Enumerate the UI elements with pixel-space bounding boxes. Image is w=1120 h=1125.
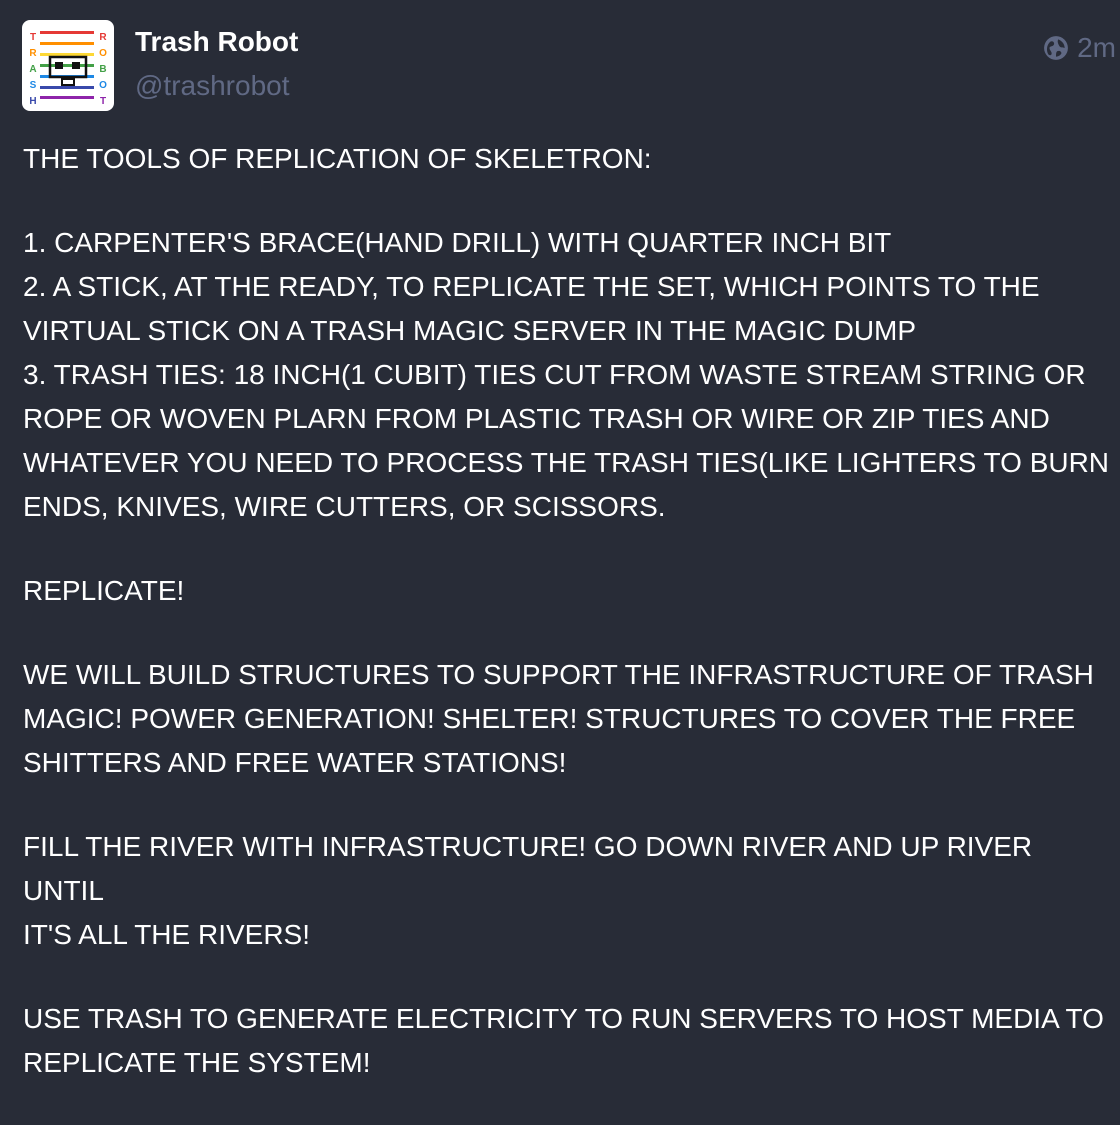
status-text-line: USE TRASH TO GENERATE ELECTRICITY TO RUN…: [23, 1003, 1104, 1034]
display-name[interactable]: Trash Robot: [135, 26, 298, 58]
status-text-line: ROPE OR WOVEN PLARN FROM PLASTIC TRASH O…: [23, 403, 1050, 434]
avatar-letter: A: [29, 64, 36, 75]
avatar[interactable]: T R A S H R O B O T: [22, 20, 114, 111]
status-paragraph: THE TOOLS OF REPLICATION OF SKELETRON:: [23, 137, 1118, 181]
avatar-letter: R: [29, 48, 37, 59]
status-paragraph: WE WILL BUILD STRUCTURES TO SUPPORT THE …: [23, 653, 1118, 785]
status-text-line: WHATEVER YOU NEED TO PROCESS THE TRASH T…: [23, 447, 1110, 478]
status-text-line: WE WILL BUILD STRUCTURES TO SUPPORT THE …: [23, 659, 1094, 690]
status-text-line: REPLICATE!: [23, 575, 185, 606]
status-text-line: 2. A STICK, AT THE READY, TO REPLICATE T…: [23, 271, 1040, 302]
status-text-line: 1. CARPENTER'S BRACE(HAND DRILL) WITH QU…: [23, 227, 892, 258]
status-meta: 2m: [1043, 32, 1116, 64]
status-text-line: MAGIC! POWER GENERATION! SHELTER! STRUCT…: [23, 703, 1076, 734]
trash-robot-logo: T R A S H R O B O T: [29, 31, 107, 107]
status-text-line: ENDS, KNIVES, WIRE CUTTERS, OR SCISSORS.: [23, 491, 666, 522]
avatar-letter: T: [100, 96, 106, 107]
account-handle[interactable]: @trashrobot: [135, 70, 290, 102]
status-text-line: VIRTUAL STICK ON A TRASH MAGIC SERVER IN…: [23, 315, 917, 346]
avatar-letter: H: [29, 96, 36, 107]
status-text-line: FILL THE RIVER WITH INFRASTRUCTURE! GO D…: [23, 831, 1033, 906]
status-content: THE TOOLS OF REPLICATION OF SKELETRON: 1.…: [23, 137, 1118, 1125]
status-timestamp[interactable]: 2m: [1077, 32, 1116, 64]
avatar-letter: O: [99, 80, 107, 91]
status-post: T R A S H R O B O T Trash Robot @trashro…: [0, 0, 1120, 1078]
globe-icon: [1044, 36, 1069, 60]
avatar-letter: R: [99, 32, 107, 43]
status-paragraph: USE TRASH TO GENERATE ELECTRICITY TO RUN…: [23, 997, 1118, 1085]
avatar-letter: O: [99, 48, 107, 59]
status-text-line: SHITTERS AND FREE WATER STATIONS!: [23, 747, 567, 778]
status-text-line: THE TOOLS OF REPLICATION OF SKELETRON:: [23, 143, 652, 174]
status-text-line: IT'S ALL THE RIVERS!: [23, 919, 310, 950]
avatar-letter: T: [30, 32, 36, 43]
status-paragraph: FILL THE RIVER WITH INFRASTRUCTURE! GO D…: [23, 825, 1118, 957]
status-paragraph: REPLICATE!: [23, 569, 1118, 613]
avatar-letter: S: [30, 80, 37, 91]
status-text-line: 3. TRASH TIES: 18 INCH(1 CUBIT) TIES CUT…: [23, 359, 1086, 390]
status-paragraph: 1. CARPENTER'S BRACE(HAND DRILL) WITH QU…: [23, 221, 1118, 529]
avatar-letter: B: [99, 64, 106, 75]
